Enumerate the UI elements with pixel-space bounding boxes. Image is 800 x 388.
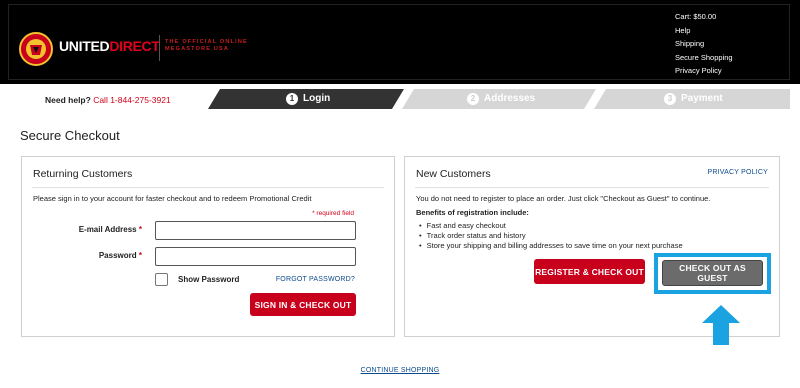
brand-wordmark[interactable]: UNITEDDIRECT (59, 38, 160, 54)
panel-divider (415, 187, 769, 188)
step-label: Payment (681, 93, 723, 104)
returning-customers-title: Returning Customers (33, 168, 133, 180)
step-label: Login (303, 93, 331, 104)
logo-divider (159, 35, 160, 61)
site-header: UNITEDDIRECT THE OFFICIAL ONLINE MEGASTO… (0, 0, 800, 84)
panel-divider (32, 187, 384, 188)
help-label: Need help? (45, 95, 91, 105)
password-label: Password * (32, 251, 142, 260)
email-label-text: E-mail Address (78, 225, 137, 234)
benefits-list: Fast and easy checkout Track order statu… (419, 221, 683, 251)
forgot-password-link[interactable]: FORGOT PASSWORD? (276, 276, 355, 283)
header-banner: UNITEDDIRECT THE OFFICIAL ONLINE MEGASTO… (8, 4, 790, 80)
step-label: Addresses (484, 93, 536, 104)
guest-checkout-button[interactable]: CHECK OUT AS GUEST (662, 260, 763, 286)
email-input[interactable] (155, 221, 356, 240)
brand-part-united: UNITED (59, 38, 110, 54)
signin-intro-text: Please sign in to your account for faste… (33, 194, 312, 203)
brand-part-direct: DIRECT (109, 38, 160, 54)
step-addresses: 2 Addresses (402, 89, 596, 109)
new-customers-title: New Customers (416, 168, 491, 180)
signin-checkout-button[interactable]: SIGN IN & CHECK OUT (250, 293, 356, 316)
guest-button-highlight: CHECK OUT AS GUEST (654, 253, 771, 294)
required-field-note: * required field (312, 210, 354, 217)
show-password-checkbox[interactable] (155, 273, 168, 286)
continue-shopping-link[interactable]: CONTINUE SHOPPING (0, 367, 800, 374)
step-login: 1 Login (208, 89, 404, 109)
required-star: * (138, 225, 142, 234)
list-item: Track order status and history (419, 231, 683, 241)
required-star: * (138, 251, 142, 260)
step-number-badge: 1 (286, 93, 298, 105)
register-checkout-button[interactable]: REGISTER & CHECK OUT (534, 259, 645, 284)
shipping-link[interactable]: Shipping (675, 37, 733, 51)
help-link[interactable]: Help (675, 24, 733, 38)
password-label-text: Password (98, 251, 137, 260)
list-item: Store your shipping and billing addresse… (419, 241, 683, 251)
guest-intro-text: You do not need to register to place an … (416, 194, 711, 203)
page-title: Secure Checkout (20, 128, 120, 143)
help-phone-link[interactable]: Call 1-844-275-3921 (93, 95, 171, 105)
step-payment: 3 Payment (594, 89, 790, 109)
secure-shopping-link[interactable]: Secure Shopping (675, 51, 733, 65)
benefits-heading: Benefits of registration include: (416, 208, 529, 217)
step-number-badge: 2 (467, 93, 479, 105)
club-crest-logo[interactable] (19, 32, 53, 66)
privacy-policy-link[interactable]: PRIVACY POLICY (707, 169, 768, 176)
step-number-badge: 3 (664, 93, 676, 105)
up-arrow-icon (702, 305, 740, 345)
brand-tagline: THE OFFICIAL ONLINE MEGASTORE USA (165, 39, 248, 52)
list-item: Fast and easy checkout (419, 221, 683, 231)
help-line: Need help? Call 1-844-275-3921 (45, 95, 171, 105)
cart-link[interactable]: Cart: $50.00 (675, 10, 733, 24)
email-label: E-mail Address * (32, 225, 142, 234)
header-links: Cart: $50.00 Help Shipping Secure Shoppi… (675, 10, 733, 78)
password-input[interactable] (155, 247, 356, 266)
returning-customers-panel: Returning Customers Please sign in to yo… (21, 156, 395, 337)
privacy-policy-link[interactable]: Privacy Policy (675, 64, 733, 78)
show-password-label[interactable]: Show Password (178, 275, 239, 284)
